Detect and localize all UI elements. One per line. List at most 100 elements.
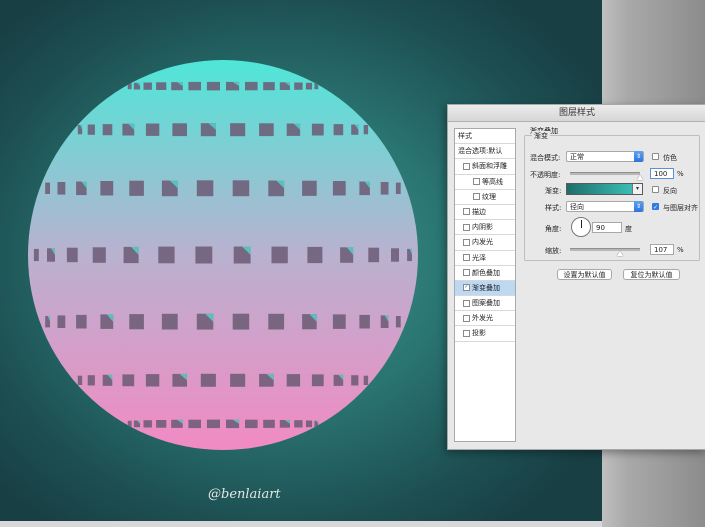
style-item-label: 斜面和浮雕 bbox=[472, 162, 507, 171]
gradient-swatch[interactable]: ▾ bbox=[566, 183, 643, 195]
sphere-window-square bbox=[351, 375, 359, 386]
style-item-label: 外发光 bbox=[472, 314, 493, 323]
style-item[interactable]: 外发光 bbox=[455, 311, 515, 327]
sphere-window-square bbox=[195, 246, 213, 264]
sphere-window-square bbox=[230, 373, 246, 387]
sphere-window-square bbox=[230, 123, 246, 137]
style-item-label: 等高线 bbox=[482, 177, 503, 186]
style-item-checkbox[interactable] bbox=[463, 223, 470, 231]
canvas-bottom-edge bbox=[0, 521, 602, 527]
style-item[interactable]: 图案叠加 bbox=[455, 296, 515, 312]
dialog-title[interactable]: 图层样式 bbox=[448, 105, 705, 122]
sphere-window-square bbox=[305, 82, 313, 90]
style-item[interactable]: ✓ 渐变叠加 bbox=[455, 280, 515, 297]
angle-input[interactable]: 90 bbox=[592, 222, 622, 233]
reverse-checkbox[interactable] bbox=[652, 186, 659, 193]
style-item-checkbox[interactable] bbox=[463, 269, 470, 277]
style-item-label: 颜色叠加 bbox=[472, 268, 500, 277]
sphere-window-square bbox=[57, 315, 66, 328]
style-item-checkbox[interactable] bbox=[463, 254, 470, 261]
sphere-window-square bbox=[314, 83, 319, 90]
sphere-window-square bbox=[271, 246, 288, 264]
sphere-window-square bbox=[259, 123, 274, 137]
sphere-window-square bbox=[333, 124, 344, 136]
sphere-window-square bbox=[33, 248, 39, 262]
style-item[interactable]: 纹理 bbox=[455, 190, 515, 205]
blend-options-item[interactable]: 混合选项:默认 bbox=[455, 144, 515, 160]
angle-dial[interactable] bbox=[571, 217, 591, 237]
sphere-window-square bbox=[363, 125, 369, 135]
style-list-header[interactable]: 样式 bbox=[455, 129, 515, 145]
style-item-label: 渐变叠加 bbox=[472, 283, 500, 292]
style-item[interactable]: 内发光 bbox=[455, 235, 515, 251]
scale-slider[interactable] bbox=[570, 248, 640, 251]
style-item-label: 描边 bbox=[472, 207, 486, 216]
chevron-updown-icon: ⇕ bbox=[634, 201, 643, 212]
style-item[interactable]: 投影 bbox=[455, 326, 515, 342]
style-item-label: 图案叠加 bbox=[472, 299, 500, 308]
style-item[interactable]: 斜面和浮雕 bbox=[455, 159, 515, 175]
style-item-checkbox[interactable] bbox=[463, 314, 470, 322]
sphere-window-square bbox=[76, 314, 87, 329]
sphere-window-square bbox=[311, 123, 324, 136]
sphere-window-square bbox=[100, 181, 114, 196]
style-item-checkbox[interactable] bbox=[473, 193, 480, 201]
sphere-window-square bbox=[311, 374, 324, 387]
set-default-button[interactable]: 设置为默认值 bbox=[557, 269, 612, 280]
style-item-checkbox[interactable] bbox=[463, 162, 470, 170]
gradient-style-value: 径向 bbox=[570, 203, 584, 211]
scale-slider-thumb[interactable] bbox=[616, 251, 623, 256]
sphere-window-square bbox=[66, 247, 78, 263]
sphere-window-square bbox=[391, 248, 399, 262]
opacity-slider-thumb[interactable] bbox=[637, 175, 643, 180]
align-with-layer-label: 与图层对齐 bbox=[663, 204, 698, 212]
style-item-checkbox[interactable] bbox=[463, 208, 470, 216]
style-item-checkbox[interactable] bbox=[463, 329, 470, 337]
scale-input[interactable]: 107 bbox=[650, 244, 674, 255]
opacity-input[interactable]: 100 bbox=[650, 168, 674, 179]
style-item-checkbox[interactable] bbox=[473, 178, 480, 186]
sphere-window-square bbox=[368, 247, 380, 263]
style-item-checkbox[interactable]: ✓ bbox=[463, 284, 470, 292]
blend-options-label: 混合选项:默认 bbox=[458, 147, 503, 156]
gradient-label: 渐变: bbox=[545, 187, 562, 195]
reset-default-button[interactable]: 复位为默认值 bbox=[623, 269, 680, 280]
sphere-window-square bbox=[206, 419, 220, 429]
sphere-window-square bbox=[129, 314, 144, 330]
blend-mode-select[interactable]: 正常 ⇕ bbox=[566, 151, 644, 162]
sphere-window-square bbox=[232, 180, 250, 197]
styles-header-label: 样式 bbox=[458, 132, 472, 140]
sphere-window-square bbox=[87, 375, 95, 386]
style-item[interactable]: 描边 bbox=[455, 205, 515, 221]
align-with-layer-checkbox[interactable]: ✓ bbox=[652, 203, 659, 211]
gradient-style-select[interactable]: 径向 ⇕ bbox=[566, 201, 644, 212]
scale-label: 缩放: bbox=[545, 247, 562, 255]
sphere-window-square bbox=[232, 313, 250, 330]
sphere-window-square bbox=[172, 123, 187, 137]
dither-checkbox[interactable] bbox=[652, 153, 659, 160]
sphere-window-square bbox=[307, 246, 323, 264]
sphere-window-square bbox=[129, 180, 144, 196]
sphere-window-square bbox=[57, 182, 66, 195]
opacity-slider[interactable] bbox=[570, 172, 640, 175]
sphere-window-square bbox=[268, 313, 285, 330]
style-item[interactable]: 等高线 bbox=[455, 175, 515, 190]
chevron-down-icon[interactable]: ▾ bbox=[632, 184, 642, 194]
sphere-window-square bbox=[294, 420, 303, 428]
style-item[interactable]: 颜色叠加 bbox=[455, 266, 515, 281]
sphere-window-square bbox=[188, 419, 201, 429]
sphere-window-square bbox=[143, 420, 152, 428]
sphere-window-square bbox=[188, 81, 201, 91]
style-item-label: 内阴影 bbox=[472, 223, 493, 232]
sphere-window-square bbox=[87, 124, 95, 135]
style-item-checkbox[interactable] bbox=[463, 238, 470, 246]
blend-mode-value: 正常 bbox=[570, 153, 584, 161]
sphere-window-square bbox=[380, 182, 389, 195]
style-item[interactable]: 内阴影 bbox=[455, 220, 515, 236]
sphere-window-square bbox=[332, 181, 346, 196]
style-item[interactable]: 光泽 bbox=[455, 251, 515, 266]
style-item-checkbox[interactable] bbox=[463, 299, 470, 307]
angle-degree-unit: 度 bbox=[625, 225, 632, 233]
style-list[interactable]: 样式 混合选项:默认 斜面和浮雕 等高线 纹理 描边 内阴影 内发光 光泽 颜色叠加 ✓ 渐变叠加 图案… bbox=[454, 128, 516, 442]
chevron-updown-icon: ⇕ bbox=[634, 151, 643, 162]
